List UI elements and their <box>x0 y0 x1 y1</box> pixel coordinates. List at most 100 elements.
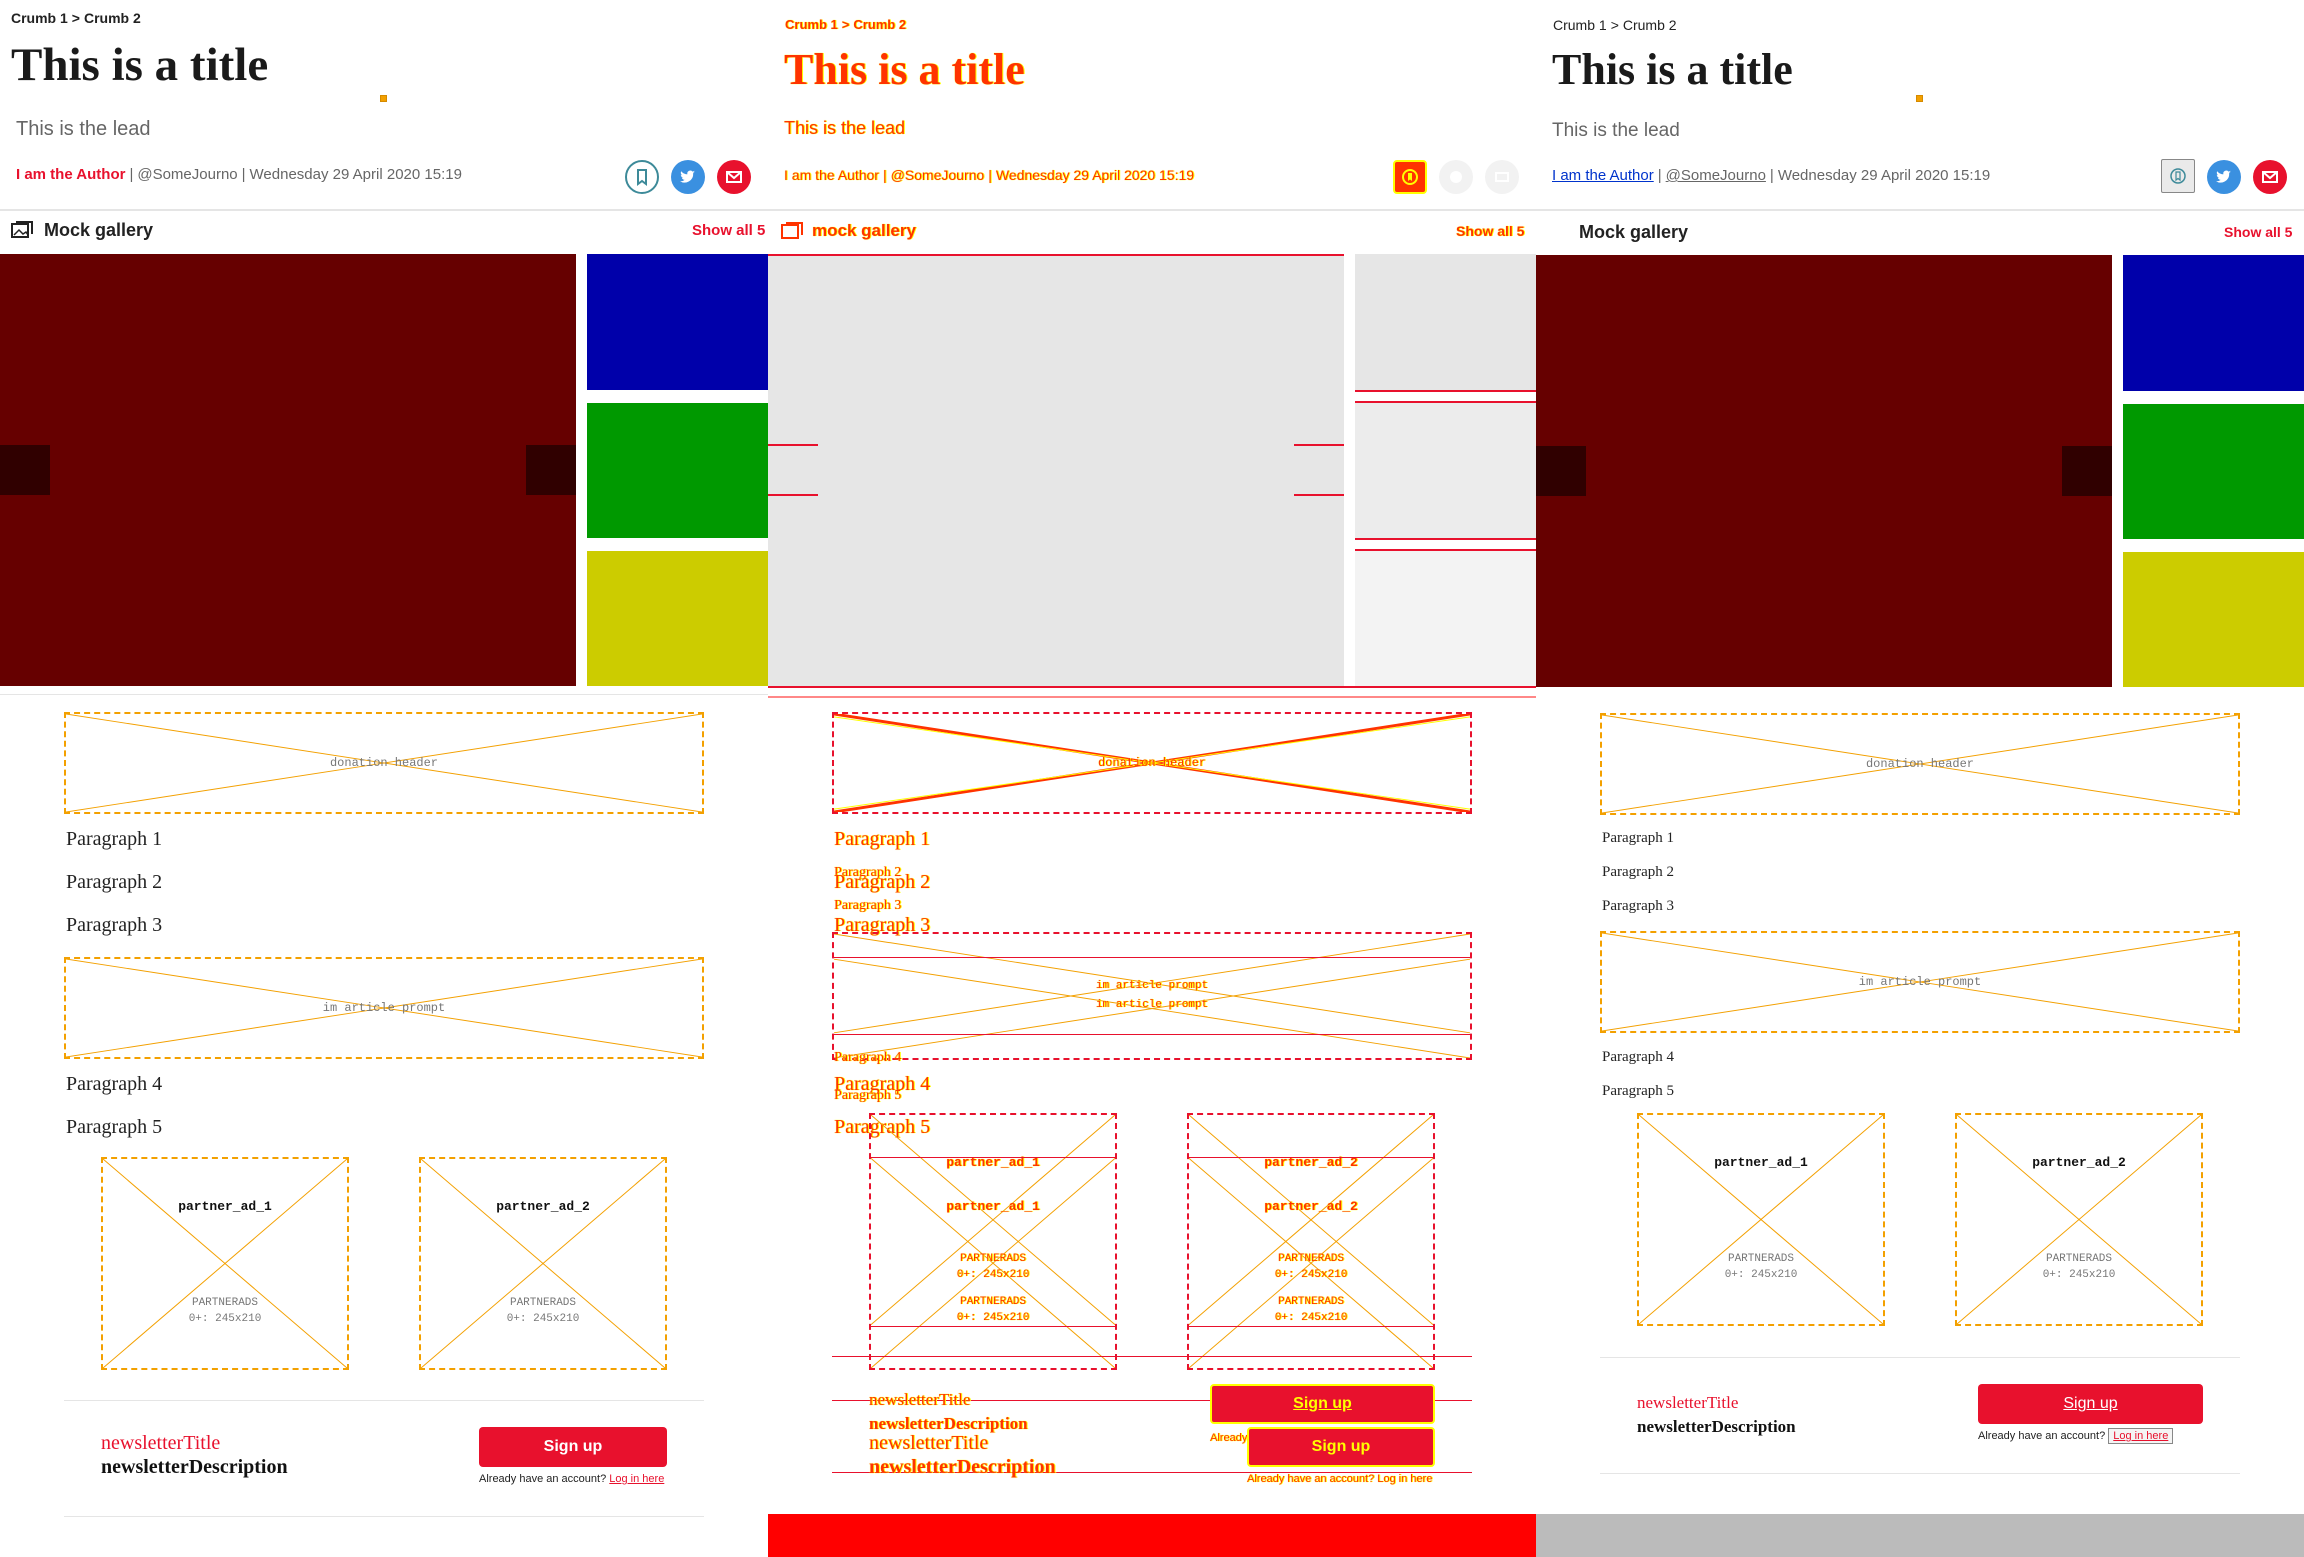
gallery-icon <box>781 222 803 239</box>
author-handle[interactable]: @SomeJourno <box>137 166 237 183</box>
breadcrumb-item-1[interactable]: Crumb 1 <box>1553 17 1607 33</box>
newsletter-description: newsletterDescription <box>869 1456 1056 1478</box>
paragraph-2: Paragraph 2 <box>834 871 931 893</box>
email-share-button[interactable] <box>717 160 751 194</box>
bookmark-button[interactable] <box>625 160 659 194</box>
gallery-thumb-1[interactable] <box>2123 255 2304 391</box>
breadcrumb-item-2[interactable]: Crumb 2 <box>853 17 906 32</box>
diff-highlight <box>1294 494 1344 496</box>
placeholder-label: im article prompt <box>322 1001 446 1015</box>
gallery-thumb-2[interactable] <box>2123 404 2304 539</box>
twitter-share-button[interactable] <box>2207 160 2241 194</box>
paragraph-2: Paragraph 2 <box>66 871 163 893</box>
newsletter-title: newsletterTitle <box>101 1432 221 1454</box>
gallery-prev-button[interactable] <box>1536 446 1586 496</box>
page-title: This is a title <box>11 39 269 91</box>
signup-button[interactable]: Sign up <box>1210 1384 1435 1424</box>
login-prompt-text: Already have an account? <box>479 1473 607 1485</box>
placeholder-label: donation header <box>1097 756 1207 770</box>
diff-highlight <box>1294 444 1344 446</box>
login-link[interactable]: Log in here <box>2108 1428 2174 1444</box>
login-link[interactable]: Log in here <box>1377 1473 1432 1485</box>
gallery-next-button[interactable] <box>526 445 576 495</box>
partner-ad-2[interactable]: partner_ad_2 PARTNERADS 0+: 245x210 <box>1955 1113 2203 1326</box>
twitter-share-button[interactable] <box>1439 160 1473 194</box>
signup-button[interactable]: Sign up <box>479 1427 667 1467</box>
newsletter-title: newsletterTitle <box>1637 1393 1739 1412</box>
header-divider <box>0 209 768 211</box>
breadcrumb-item-1[interactable]: Crumb 1 <box>785 17 838 32</box>
partner-ad-2[interactable]: partner_ad_2 partner_ad_2 PARTNERADS 0+:… <box>1187 1113 1435 1370</box>
gallery-divider <box>0 694 768 695</box>
gallery-thumb-3[interactable] <box>2123 552 2304 687</box>
breadcrumb-separator: > <box>1610 17 1619 33</box>
email-icon <box>726 171 742 183</box>
breadcrumb: Crumb 1 > Crumb 2 <box>11 10 141 26</box>
bookmark-button[interactable] <box>2161 159 2195 193</box>
breadcrumb-item-2[interactable]: Crumb 2 <box>1623 17 1677 33</box>
expected-panel: Crumb 1 > Crumb 2 This is a title This is … <box>0 0 768 1557</box>
gallery-icon <box>11 221 33 238</box>
breadcrumb-separator: > <box>71 10 80 26</box>
partner-ad-size: 0+: 245x210 <box>188 1313 262 1325</box>
partner-ad-meta: PARTNERADS <box>191 1297 258 1309</box>
show-all-link[interactable]: Show all 5 <box>2224 224 2292 240</box>
login-link[interactable]: Log in here <box>609 1473 664 1485</box>
paragraph-5: Paragraph 5 <box>1602 1083 1675 1099</box>
breadcrumb-separator: > <box>841 17 850 32</box>
partner-ad-size: 0+: 245x210 <box>956 1269 1030 1281</box>
gallery-thumb-1[interactable] <box>587 254 768 390</box>
placeholder-label: donation header <box>1865 757 1975 771</box>
partner-ad-1[interactable]: partner_ad_1 PARTNERADS 0+: 245x210 <box>101 1157 349 1370</box>
gallery-thumb-3[interactable] <box>587 551 768 686</box>
twitter-icon <box>2216 170 2231 183</box>
partner-ad-size: 0+: 245x210 <box>506 1313 580 1325</box>
gallery-main-image[interactable] <box>768 254 1344 686</box>
show-all-link[interactable]: Show all 5 <box>692 222 765 239</box>
signup-button[interactable]: Sign up <box>1978 1384 2203 1424</box>
gallery-main-image[interactable] <box>0 254 576 686</box>
gallery-thumb-2[interactable] <box>1355 403 1536 538</box>
email-share-button[interactable] <box>2253 160 2287 194</box>
partner-ad-name: partner_ad_1 <box>1714 1155 1808 1170</box>
author-link[interactable]: I am the Author <box>784 167 879 183</box>
paragraph-4: Paragraph 4 <box>1602 1049 1675 1065</box>
login-prompt: Already have an account? Log in here <box>1978 1428 2174 1444</box>
gallery-next-button[interactable] <box>2062 446 2112 496</box>
partner-ad-1[interactable]: partner_ad_1 partner_ad_1 PARTNERADS 0+:… <box>869 1113 1117 1370</box>
byline: I am the Author | @SomeJourno | Wednesday 29… <box>1552 167 1991 184</box>
gallery-thumb-1[interactable] <box>1355 254 1536 390</box>
show-all-link[interactable]: Show all 5 <box>1456 223 1524 239</box>
gallery-main-image[interactable] <box>1536 255 2112 687</box>
partner-ad-name: partner_ad_1 <box>178 1199 272 1214</box>
author-handle[interactable]: @SomeJourno <box>1666 167 1766 184</box>
partner-ad-meta: PARTNERADS <box>1727 1253 1794 1265</box>
partner-ad-2[interactable]: partner_ad_2 PARTNERADS 0+: 245x210 <box>419 1157 667 1370</box>
signup-button[interactable]: Sign up <box>1247 1427 1435 1467</box>
publish-date: Wednesday 29 April 2020 15:19 <box>1777 167 1991 184</box>
breadcrumb-item-2[interactable]: Crumb 2 <box>84 10 141 26</box>
placeholder-label: im article prompt <box>1858 975 1982 989</box>
gallery-thumb-3[interactable] <box>1355 551 1536 686</box>
email-icon <box>1495 172 1509 182</box>
login-prompt-text: Already have an account? <box>1247 1473 1375 1485</box>
partner-ad-size: 0+: 245x210 <box>1274 1312 1348 1324</box>
gallery-thumb-2[interactable] <box>587 403 768 538</box>
author-handle[interactable]: @SomeJourno <box>891 167 985 183</box>
author-link[interactable]: I am the Author <box>16 166 125 183</box>
email-icon <box>2262 171 2278 183</box>
newsletter-bottom-divider <box>64 1516 704 1517</box>
page-lead: This is the lead <box>16 118 151 140</box>
email-share-button[interactable] <box>1485 160 1519 194</box>
paragraph-1: Paragraph 1 <box>834 828 931 850</box>
partner-ad-1[interactable]: partner_ad_1 PARTNERADS 0+: 245x210 <box>1637 1113 1885 1326</box>
diff-highlight <box>1355 549 1536 551</box>
page-lead: This is the lead <box>784 118 906 138</box>
twitter-share-button[interactable] <box>671 160 705 194</box>
gallery-prev-button[interactable] <box>0 445 50 495</box>
diff-highlight <box>768 254 1344 256</box>
breadcrumb-item-1[interactable]: Crumb 1 <box>11 10 68 26</box>
author-link[interactable]: I am the Author <box>1552 167 1654 184</box>
marker-dot <box>1916 95 1923 102</box>
bookmark-button[interactable] <box>1393 160 1427 194</box>
